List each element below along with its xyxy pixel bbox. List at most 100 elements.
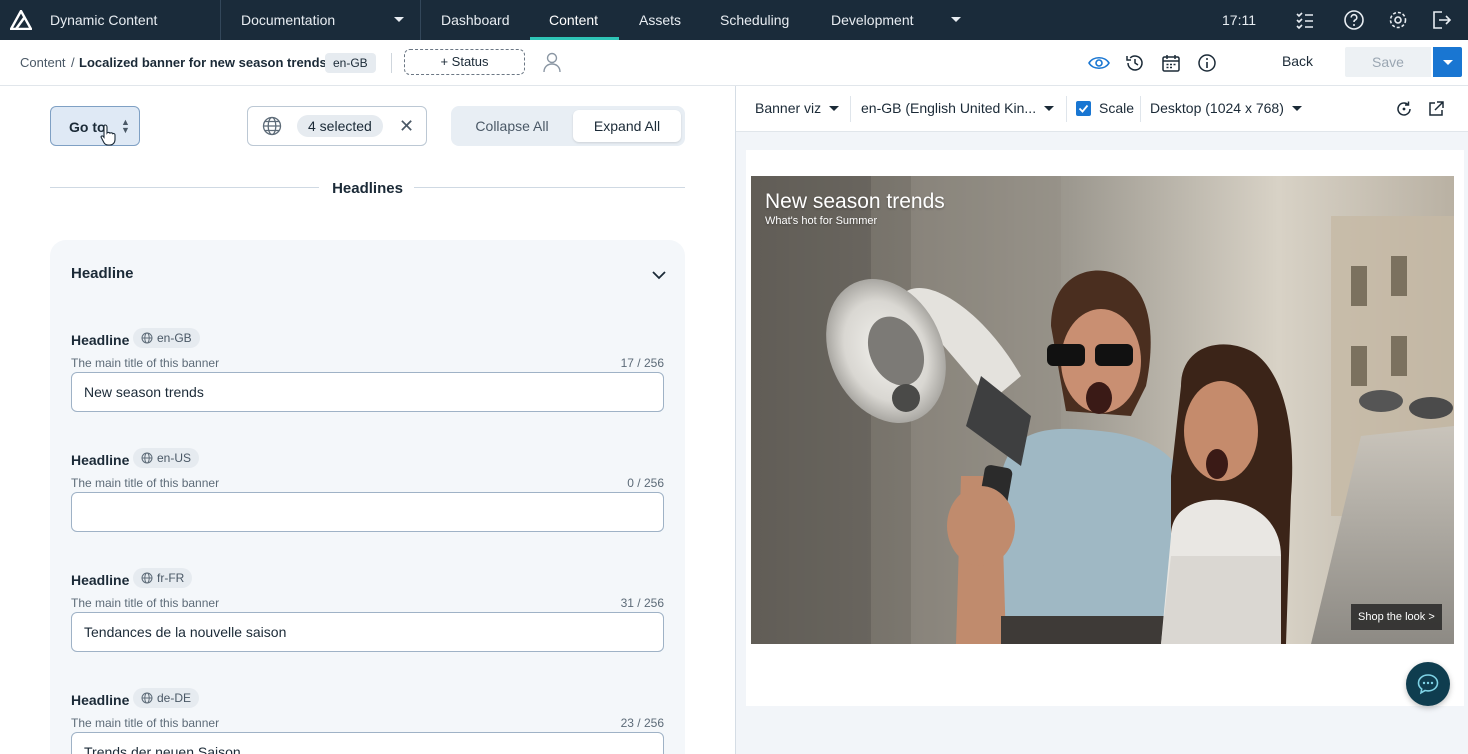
section-title: Headlines xyxy=(332,180,403,197)
headline-input[interactable]: Tendances de la nouvelle saison xyxy=(71,612,664,652)
banner-preview[interactable]: New season trends What's hot for Summer … xyxy=(751,176,1454,644)
locale-code: de-DE xyxy=(157,691,192,705)
clock: 17:11 xyxy=(1222,12,1256,28)
nav-content[interactable]: Content xyxy=(549,12,598,28)
field-description: The main title of this banner xyxy=(71,476,220,490)
calendar-icon[interactable] xyxy=(1160,52,1182,74)
field-description: The main title of this banner xyxy=(71,356,220,370)
headline-card: Headline Headline en-GB The main title o… xyxy=(50,240,685,754)
breadcrumb: Content / Localized banner for new seaso… xyxy=(0,40,1468,86)
headline-input[interactable]: New season trends xyxy=(71,372,664,412)
field-label: Headline xyxy=(71,692,130,708)
gear-icon[interactable] xyxy=(1387,9,1409,31)
banner-photo xyxy=(751,176,1454,644)
field-description: The main title of this banner xyxy=(71,596,220,610)
expand-all-button[interactable]: Expand All xyxy=(573,110,681,142)
character-count: 23 / 256 xyxy=(620,716,664,730)
chat-icon xyxy=(1417,674,1439,695)
banner-subheadline: What's hot for Summer xyxy=(765,215,878,227)
divider xyxy=(414,187,685,188)
help-icon[interactable] xyxy=(1343,9,1365,31)
chat-button[interactable] xyxy=(1406,662,1450,706)
nav-development[interactable]: Development xyxy=(831,12,914,28)
breadcrumb-root[interactable]: Content xyxy=(20,55,66,70)
info-icon[interactable] xyxy=(1196,52,1218,74)
divider xyxy=(1066,96,1067,122)
character-count: 17 / 256 xyxy=(620,356,664,370)
external-link-icon[interactable] xyxy=(1427,100,1445,118)
character-count: 0 / 256 xyxy=(627,476,664,490)
checkmark-icon xyxy=(1078,104,1089,113)
nav-assets[interactable]: Assets xyxy=(639,12,681,28)
goto-select[interactable]: Go to ▲ ▼ xyxy=(50,106,140,146)
preview-toolbar: Banner viz en-GB (English United Kin... … xyxy=(736,86,1468,132)
history-icon[interactable] xyxy=(1124,52,1146,74)
logout-icon[interactable] xyxy=(1430,9,1452,31)
collapse-expand-toggle: Collapse All Expand All xyxy=(451,106,685,146)
card-title: Headline xyxy=(71,265,134,282)
save-button[interactable]: Save xyxy=(1345,47,1431,77)
tasks-icon[interactable] xyxy=(1294,9,1316,31)
nav-documentation[interactable]: Documentation xyxy=(241,12,335,28)
content-form-panel: Go to ▲ ▼ 4 selected ✕ Collapse All Expan… xyxy=(0,86,735,754)
globe-icon xyxy=(262,116,282,136)
visualization-select[interactable]: Banner viz xyxy=(755,100,821,116)
updown-icon: ▲ ▼ xyxy=(121,117,130,135)
field-label: Headline xyxy=(71,452,130,468)
app-name[interactable]: Dynamic Content xyxy=(50,12,157,28)
locale-chip: en-GB xyxy=(133,328,200,348)
back-button[interactable]: Back xyxy=(1270,53,1325,73)
headline-input[interactable] xyxy=(71,492,664,532)
divider xyxy=(1140,96,1141,122)
nav-scheduling[interactable]: Scheduling xyxy=(720,12,789,28)
headline-field-en-us: Headline en-US The main title of this ba… xyxy=(71,446,664,546)
locale-chip: fr-FR xyxy=(133,568,193,588)
device-select[interactable]: Desktop (1024 x 768) xyxy=(1150,100,1284,116)
refresh-icon[interactable] xyxy=(1395,100,1413,118)
locale-badge: en-GB xyxy=(325,53,376,73)
chevron-down-icon[interactable] xyxy=(1292,106,1302,111)
breadcrumb-separator: / xyxy=(71,55,75,70)
chevron-down-icon[interactable] xyxy=(650,266,668,284)
nav-divider xyxy=(420,0,421,40)
field-label: Headline xyxy=(71,332,130,348)
logo-icon[interactable] xyxy=(10,10,32,30)
locale-code: en-US xyxy=(157,451,192,465)
save-options-button[interactable] xyxy=(1433,47,1462,77)
collapse-all-button[interactable]: Collapse All xyxy=(455,110,569,142)
character-count: 31 / 256 xyxy=(620,596,664,610)
eye-icon[interactable] xyxy=(1088,52,1110,74)
locale-select[interactable]: en-GB (English United Kin... xyxy=(861,100,1036,116)
chevron-down-icon[interactable] xyxy=(1044,106,1054,111)
headline-input[interactable]: Trends der neuen Saison xyxy=(71,732,664,754)
chevron-down-icon[interactable] xyxy=(829,106,839,111)
headline-field-fr-fr: Headline fr-FR The main title of this ba… xyxy=(71,566,664,666)
locale-selector[interactable]: 4 selected ✕ xyxy=(247,106,427,146)
globe-icon xyxy=(141,332,153,344)
scale-checkbox[interactable] xyxy=(1076,101,1091,116)
user-icon[interactable] xyxy=(541,51,563,73)
field-description: The main title of this banner xyxy=(71,716,220,730)
globe-icon xyxy=(141,692,153,704)
locale-chip: en-US xyxy=(133,448,200,468)
add-status-button[interactable]: + Status xyxy=(404,49,525,75)
chevron-down-icon[interactable] xyxy=(951,17,961,22)
globe-icon xyxy=(141,452,153,464)
close-icon[interactable]: ✕ xyxy=(399,116,414,137)
headline-field-de-de: Headline de-DE The main title of this ba… xyxy=(71,686,664,754)
locale-chip: de-DE xyxy=(133,688,200,708)
locale-code: fr-FR xyxy=(157,571,185,585)
scale-label: Scale xyxy=(1099,100,1135,116)
shop-the-look-button[interactable]: Shop the look > xyxy=(1351,604,1442,630)
globe-icon xyxy=(141,572,153,584)
divider xyxy=(391,53,392,73)
preview-frame: New season trends What's hot for Summer … xyxy=(746,150,1464,706)
locale-code: en-GB xyxy=(157,331,192,345)
nav-dashboard[interactable]: Dashboard xyxy=(441,12,510,28)
mouse-cursor-icon xyxy=(100,124,116,146)
chevron-down-icon[interactable] xyxy=(394,17,404,22)
preview-panel: Banner viz en-GB (English United Kin... … xyxy=(736,86,1468,754)
page-title: Localized banner for new season trends xyxy=(79,55,327,70)
top-navigation: Dynamic Content Documentation Dashboard … xyxy=(0,0,1468,40)
nav-divider xyxy=(220,0,221,40)
